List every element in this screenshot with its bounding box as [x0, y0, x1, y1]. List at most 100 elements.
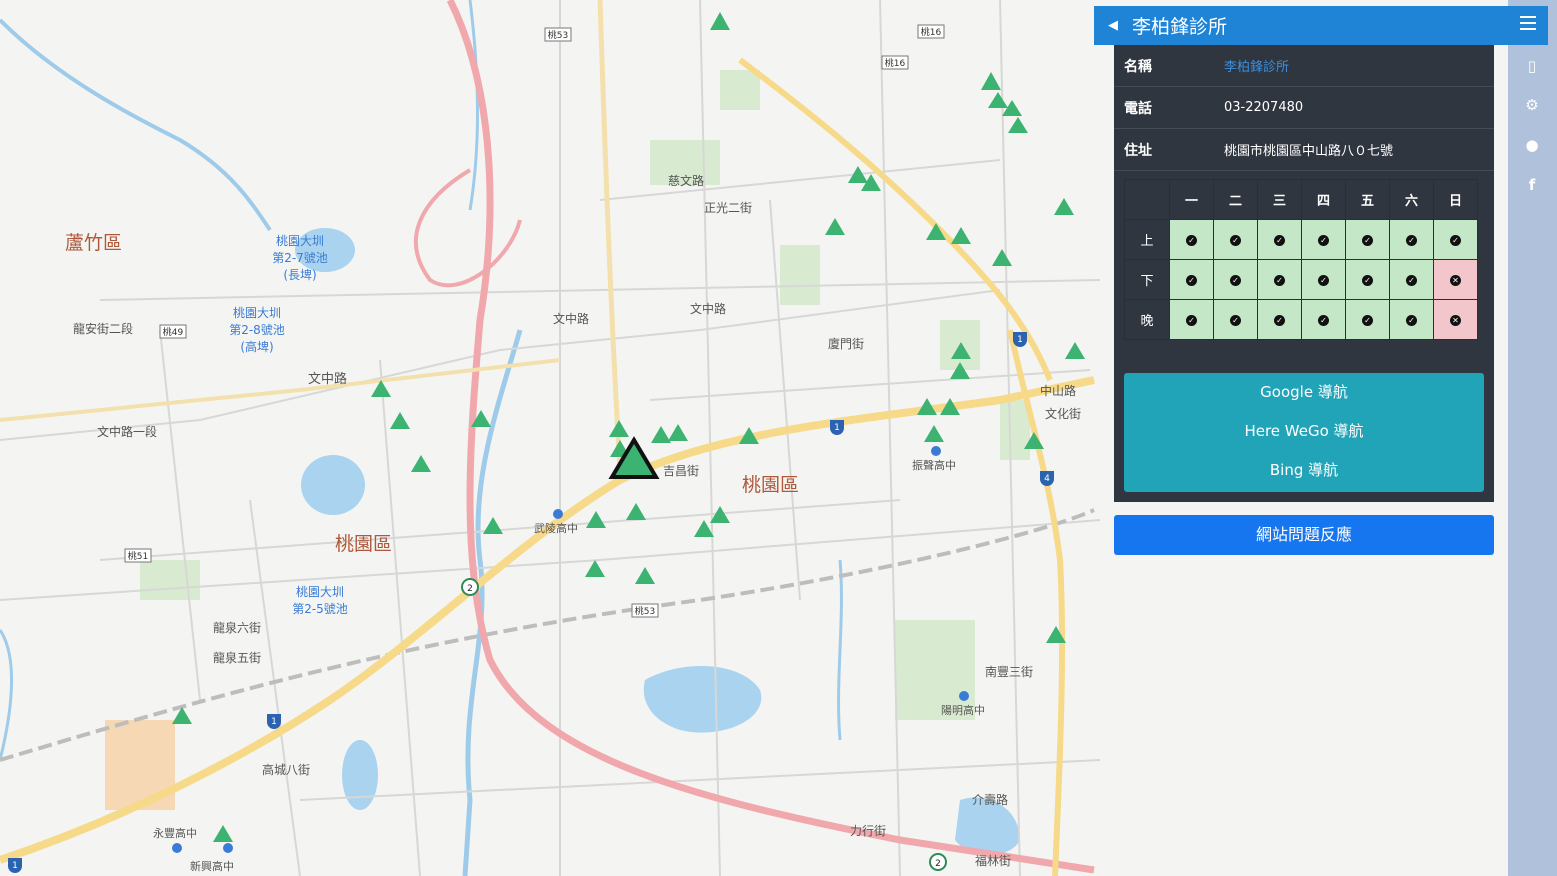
svg-text:新興高中: 新興高中	[190, 859, 234, 873]
check-icon: ✓	[1450, 235, 1461, 246]
day-header: 一	[1169, 179, 1214, 220]
svg-text:振聲高中: 振聲高中	[912, 458, 956, 472]
svg-text:介壽路: 介壽路	[972, 792, 1008, 807]
day-header: 四	[1301, 179, 1346, 220]
svg-text:文化街: 文化街	[1045, 406, 1081, 421]
svg-text:桃51: 桃51	[128, 550, 148, 562]
check-icon: ✓	[1230, 275, 1241, 286]
slot-cell: ✓	[1213, 299, 1258, 340]
facebook-icon[interactable]: f	[1520, 173, 1544, 197]
svg-text:第2-8號池: 第2-8號池	[229, 323, 285, 337]
menu-icon[interactable]	[1520, 16, 1536, 30]
period-label: 上	[1124, 219, 1170, 260]
address-label: 住址	[1124, 142, 1152, 159]
slot-cell: ✓	[1345, 259, 1390, 300]
svg-text:陽明高中: 陽明高中	[941, 703, 985, 717]
check-icon: ✓	[1406, 235, 1417, 246]
svg-text:永豐高中: 永豐高中	[153, 826, 197, 840]
check-icon: ✓	[1318, 315, 1329, 326]
slot-cell: ✓	[1301, 259, 1346, 300]
svg-text:桃16: 桃16	[921, 26, 942, 38]
name-label: 名稱	[1124, 58, 1152, 75]
svg-text:廈門街: 廈門街	[828, 336, 864, 351]
svg-text:1: 1	[1017, 335, 1023, 345]
slot-cell: ✓	[1389, 259, 1434, 300]
svg-text:桃53: 桃53	[635, 605, 655, 617]
slot-cell: ✓	[1433, 219, 1478, 260]
svg-text:高城八街: 高城八街	[262, 762, 310, 777]
slot-cell: ✕	[1433, 299, 1478, 340]
slot-cell: ✓	[1169, 219, 1214, 260]
slot-cell: ✓	[1213, 219, 1258, 260]
svg-text:4: 4	[1044, 474, 1050, 484]
slot-cell: ✓	[1345, 299, 1390, 340]
feedback-button[interactable]: 網站問題反應	[1114, 515, 1494, 555]
navigation-buttons: Google 導航 Here WeGo 導航 Bing 導航	[1124, 373, 1484, 492]
gear-icon[interactable]: ⚙	[1520, 93, 1544, 117]
github-icon[interactable]: ●	[1520, 133, 1544, 157]
name-link[interactable]: 李柏鋒診所	[1224, 56, 1289, 75]
district-label-taoyuan-east: 桃園區	[742, 474, 799, 496]
day-header: 五	[1345, 179, 1390, 220]
book-icon[interactable]: ▯	[1520, 54, 1544, 78]
check-icon: ✓	[1186, 235, 1197, 246]
water-label: 桃園大圳	[276, 233, 324, 248]
water-label: 桃園大圳	[233, 305, 281, 320]
check-icon: ✓	[1230, 315, 1241, 326]
svg-text:正光二街: 正光二街	[704, 201, 752, 215]
panel-title: 李柏鋒診所	[1132, 16, 1228, 38]
check-icon: ✓	[1362, 235, 1373, 246]
svg-text:(長埤): (長埤)	[283, 268, 316, 282]
water-label: 桃園大圳	[296, 584, 344, 599]
panel-header: ◀ 李柏鋒診所	[1094, 6, 1548, 45]
slot-cell: ✓	[1257, 259, 1302, 300]
check-icon: ✓	[1274, 275, 1285, 286]
svg-text:1: 1	[12, 861, 18, 871]
period-label: 晚	[1124, 299, 1170, 340]
svg-text:福林街: 福林街	[975, 853, 1011, 868]
svg-text:武陵高中: 武陵高中	[534, 521, 578, 535]
svg-text:桃49: 桃49	[163, 326, 184, 338]
period-label: 下	[1124, 259, 1170, 300]
svg-text:第2-7號池: 第2-7號池	[272, 251, 328, 265]
svg-text:龍安街二段: 龍安街二段	[73, 321, 133, 336]
svg-text:(高埤): (高埤)	[240, 339, 273, 354]
svg-text:力行街: 力行街	[850, 824, 886, 838]
here-wego-nav-button[interactable]: Here WeGo 導航	[1124, 412, 1484, 451]
slot-cell: ✓	[1301, 299, 1346, 340]
address-value: 桃園市桃園區中山路八０七號	[1224, 144, 1394, 159]
district-label-taoyuan-west: 桃園區	[335, 533, 392, 555]
svg-text:中山路: 中山路	[1040, 383, 1076, 398]
svg-text:2: 2	[467, 584, 473, 594]
day-header: 六	[1389, 179, 1434, 220]
check-icon: ✓	[1362, 275, 1373, 286]
side-rail: ▯ ⚙ ● f	[1508, 0, 1557, 876]
svg-text:吉昌街: 吉昌街	[663, 464, 699, 478]
address-row: 住址 桃園市桃園區中山路八０七號	[1114, 129, 1494, 171]
check-icon: ✓	[1274, 235, 1285, 246]
svg-text:文中路一段: 文中路一段	[97, 424, 157, 439]
phone-value: 03-2207480	[1224, 100, 1304, 115]
back-icon[interactable]: ◀	[1108, 18, 1126, 33]
day-header: 二	[1213, 179, 1258, 220]
slot-cell: ✓	[1301, 219, 1346, 260]
svg-text:2: 2	[935, 859, 941, 869]
day-header: 三	[1257, 179, 1302, 220]
bing-nav-button[interactable]: Bing 導航	[1124, 451, 1484, 490]
slot-cell: ✓	[1389, 299, 1434, 340]
svg-text:桃53: 桃53	[548, 29, 568, 41]
svg-text:文中路: 文中路	[308, 371, 347, 387]
check-icon: ✓	[1186, 315, 1197, 326]
phone-label: 電話	[1124, 100, 1152, 117]
google-nav-button[interactable]: Google 導航	[1124, 373, 1484, 412]
slot-cell: ✓	[1345, 219, 1390, 260]
slot-cell: ✕	[1433, 259, 1478, 300]
svg-text:龍泉六街: 龍泉六街	[213, 620, 261, 635]
svg-text:1: 1	[271, 717, 277, 727]
svg-text:桃16: 桃16	[885, 57, 906, 69]
close-icon: ✕	[1450, 275, 1461, 286]
road-label: 文中路	[553, 311, 589, 326]
check-icon: ✓	[1362, 315, 1373, 326]
slot-cell: ✓	[1169, 299, 1214, 340]
district-label-luzhu: 蘆竹區	[65, 232, 122, 254]
